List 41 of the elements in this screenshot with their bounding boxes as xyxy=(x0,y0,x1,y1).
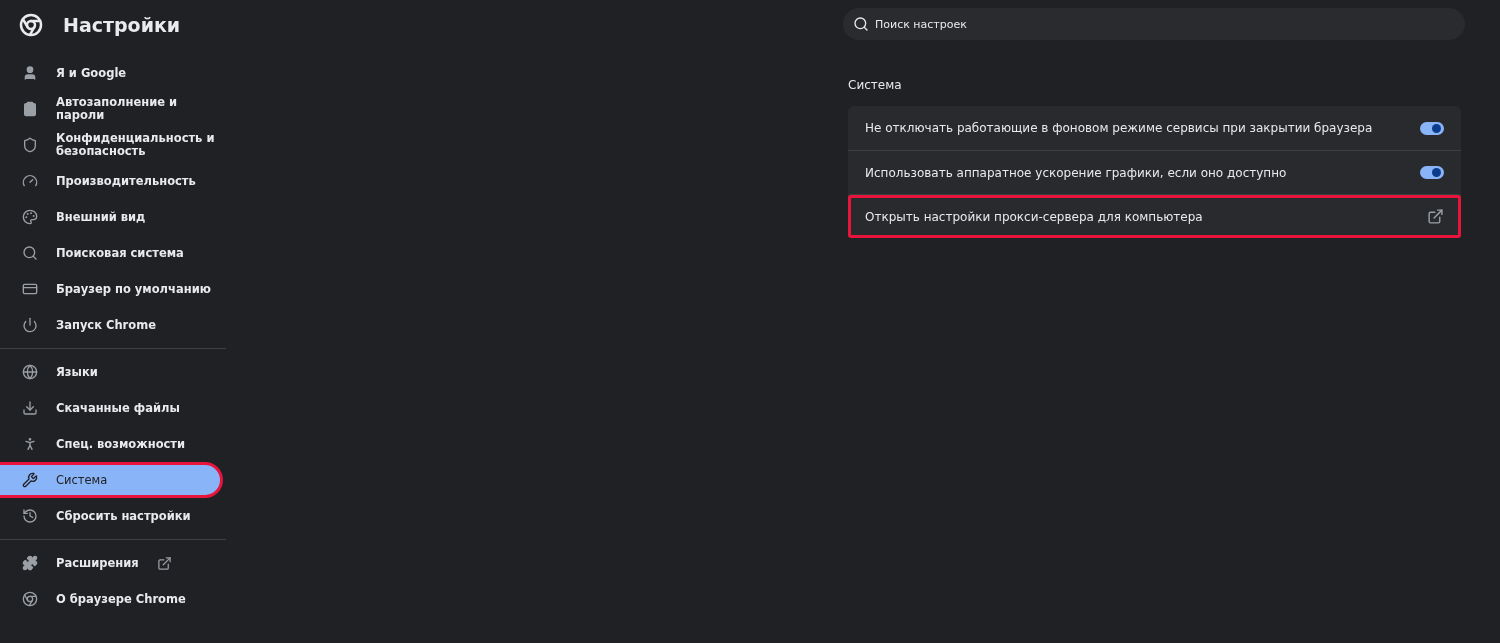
sidebar-item[interactable]: Конфиденциальность и безопасность xyxy=(0,127,223,163)
accessibility-icon xyxy=(22,436,38,452)
shield-icon xyxy=(22,137,38,153)
sidebar-item[interactable]: Поисковая система xyxy=(0,235,223,271)
browser-window-icon xyxy=(22,281,38,297)
history-icon xyxy=(22,508,38,524)
sidebar-item[interactable]: Языки xyxy=(0,354,223,390)
chrome-logo-icon xyxy=(19,13,43,37)
clipboard-icon xyxy=(22,101,38,117)
puzzle-icon xyxy=(22,555,38,571)
power-icon xyxy=(22,317,38,333)
person-icon xyxy=(22,65,38,81)
settings-row[interactable]: Открыть настройки прокси-сервера для компьютера xyxy=(848,194,1461,238)
sidebar-item[interactable]: Производительность xyxy=(0,163,223,199)
sidebar-item[interactable]: Я и Google xyxy=(0,55,223,91)
sidebar-item[interactable]: Спец. возможности xyxy=(0,426,223,462)
settings-row[interactable]: Не отключать работающие в фоновом режиме сервисы при закрытии браузера xyxy=(848,106,1461,150)
wrench-icon xyxy=(22,472,38,488)
sidebar-item[interactable]: Внешний вид xyxy=(0,199,223,235)
section-title: Система xyxy=(848,78,903,92)
settings-row[interactable]: Использовать аппаратное ускорение графики, если оно доступно xyxy=(848,150,1461,194)
sidebar-item[interactable]: Автозаполнение и пароли xyxy=(0,91,223,127)
chrome-icon xyxy=(22,591,38,607)
sidebar-item[interactable]: Запуск Chrome xyxy=(0,307,223,343)
sidebar-item[interactable]: Система xyxy=(0,462,223,498)
sidebar-item[interactable]: Расширения xyxy=(0,545,223,581)
sidebar-item[interactable]: Сбросить настройки xyxy=(0,498,223,534)
page-title: Настройки xyxy=(63,14,181,36)
toggle-switch[interactable] xyxy=(1420,166,1444,179)
toggle-switch[interactable] xyxy=(1420,121,1444,135)
globe-icon xyxy=(22,364,38,380)
sidebar-item[interactable]: Браузер по умолчанию xyxy=(0,271,223,307)
external-link-icon xyxy=(1427,208,1444,225)
search-field[interactable]: Поиск настроек xyxy=(843,8,1465,40)
search-icon xyxy=(853,16,869,32)
gauge-icon xyxy=(22,173,38,189)
search-icon xyxy=(22,245,38,261)
download-icon xyxy=(22,400,38,416)
sidebar-item[interactable]: О браузере Chrome xyxy=(0,581,223,617)
sidebar-item[interactable]: Скачанные файлы xyxy=(0,390,223,426)
palette-icon xyxy=(22,209,38,225)
